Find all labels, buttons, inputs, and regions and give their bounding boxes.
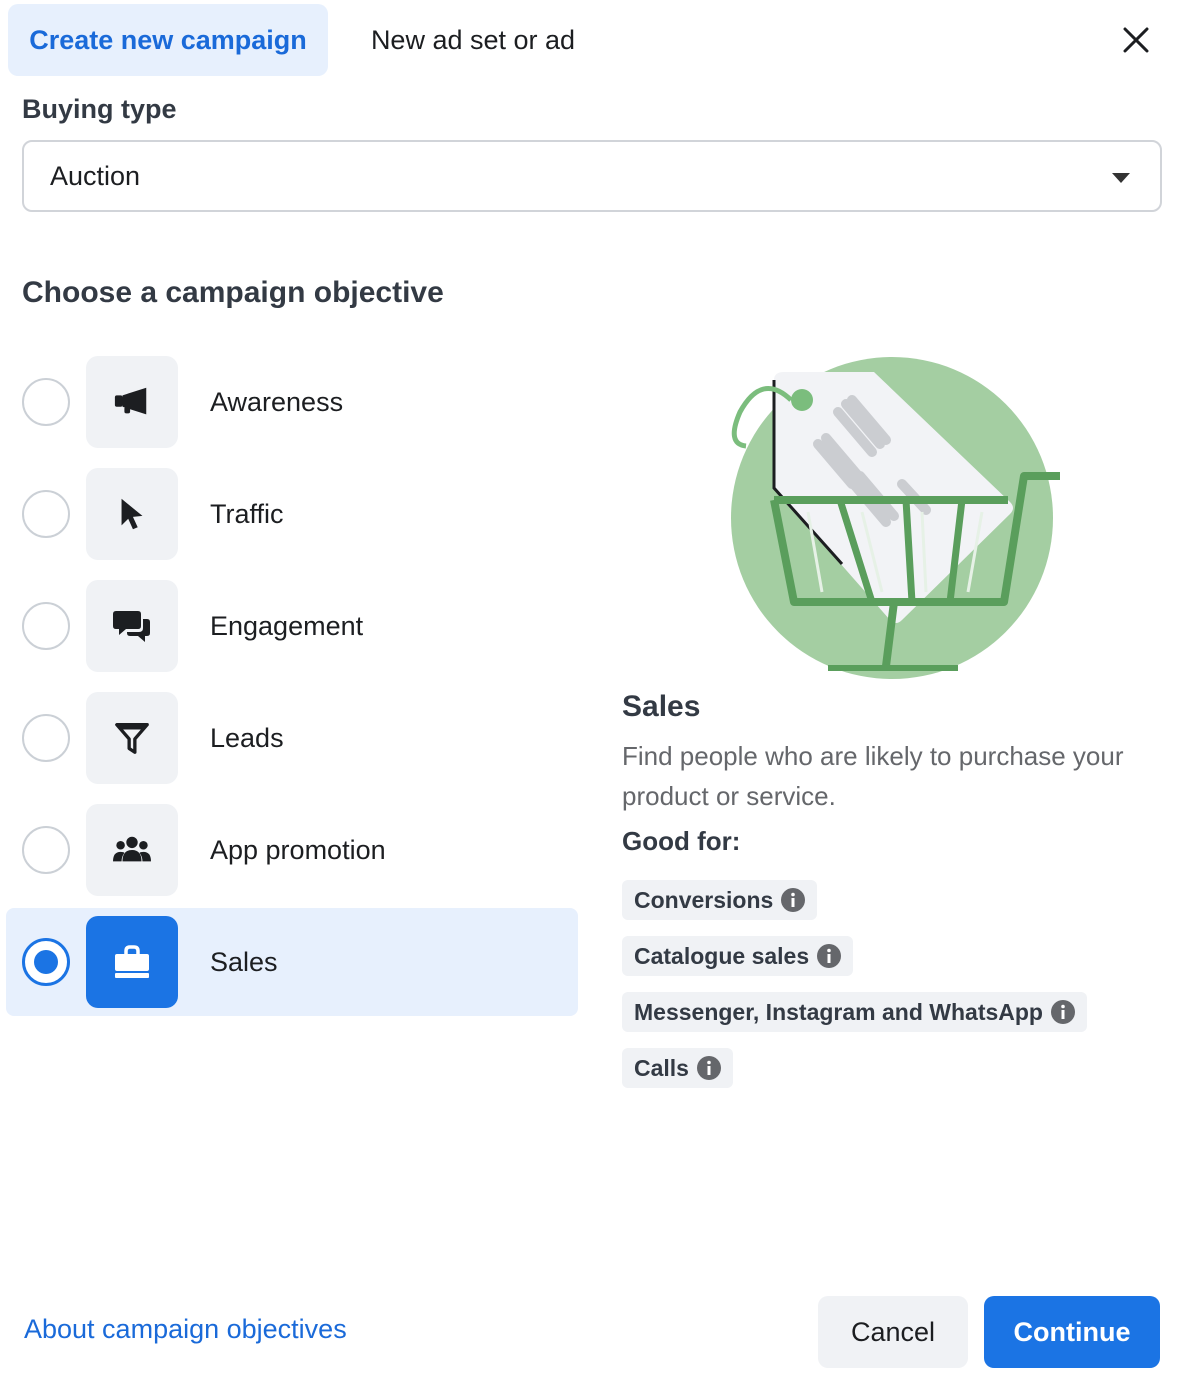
radio-awareness[interactable]	[22, 378, 70, 426]
continue-button[interactable]: Continue	[984, 1296, 1160, 1368]
cancel-button[interactable]: Cancel	[818, 1296, 968, 1368]
info-icon[interactable]	[696, 1056, 721, 1080]
megaphone-icon	[114, 387, 147, 415]
objective-icon-box	[86, 580, 178, 672]
radio-app-promotion[interactable]	[22, 826, 70, 874]
good-for-chip: Messenger, Instagram and WhatsApp	[622, 992, 1087, 1032]
info-icon[interactable]	[1050, 1000, 1075, 1024]
radio-leads[interactable]	[22, 714, 70, 762]
objective-label: App promotion	[210, 834, 386, 865]
objective-label: Leads	[210, 722, 284, 753]
buying-type-value: Auction	[50, 160, 141, 191]
objective-label: Sales	[210, 946, 278, 977]
info-icon[interactable]	[817, 944, 842, 968]
objective-label: Traffic	[210, 498, 284, 529]
sales-illustration	[731, 357, 1060, 679]
chip-label: Calls	[634, 1054, 689, 1081]
about-campaign-objectives-link[interactable]: About campaign objectives	[24, 1314, 347, 1345]
close-icon	[1123, 27, 1149, 53]
people-icon	[113, 836, 151, 862]
objective-awareness[interactable]: Awareness	[6, 348, 578, 456]
buying-type-select[interactable]: Auction	[22, 140, 1162, 212]
radio-engagement[interactable]	[22, 602, 70, 650]
buying-type-label: Buying type	[22, 94, 177, 124]
funnel-icon	[115, 723, 149, 754]
objective-sales[interactable]: Sales	[6, 908, 578, 1016]
chat-bubbles-icon	[113, 611, 150, 642]
objective-label: Awareness	[210, 386, 344, 417]
chip-label: Messenger, Instagram and WhatsApp	[634, 998, 1043, 1025]
shopping-bag-icon	[115, 945, 149, 978]
good-for-chip: Calls	[622, 1048, 733, 1088]
tab-new-ad-set-or-ad[interactable]: New ad set or ad	[340, 4, 606, 76]
objective-detail-title: Sales	[622, 690, 701, 723]
cursor-icon	[121, 498, 143, 530]
objective-icon-box	[86, 468, 178, 560]
objective-icon-box	[86, 804, 178, 896]
objective-engagement[interactable]: Engagement	[6, 572, 578, 680]
radio-traffic[interactable]	[22, 490, 70, 538]
objective-icon-box	[86, 356, 178, 448]
tab-create-new-campaign[interactable]: Create new campaign	[8, 4, 328, 76]
objective-heading: Choose a campaign objective	[22, 276, 444, 309]
caret-down-icon	[1112, 173, 1130, 183]
objective-icon-box	[86, 692, 178, 784]
info-icon[interactable]	[781, 888, 806, 912]
good-for-chip: Catalogue sales	[622, 936, 854, 976]
good-for-chip: Conversions	[622, 880, 818, 920]
chip-label: Catalogue sales	[634, 942, 810, 969]
objective-detail-description: Find people who are likely to purchase y…	[622, 741, 1124, 811]
radio-sales[interactable]	[22, 938, 70, 986]
objective-traffic[interactable]: Traffic	[6, 460, 578, 568]
objective-label: Engagement	[210, 610, 364, 641]
objective-app-promotion[interactable]: App promotion	[6, 796, 578, 904]
objective-icon-box	[86, 916, 178, 1008]
chip-label: Conversions	[634, 886, 774, 913]
close-button[interactable]	[1112, 20, 1160, 60]
objective-leads[interactable]: Leads	[6, 684, 578, 792]
good-for-label: Good for:	[622, 826, 741, 856]
